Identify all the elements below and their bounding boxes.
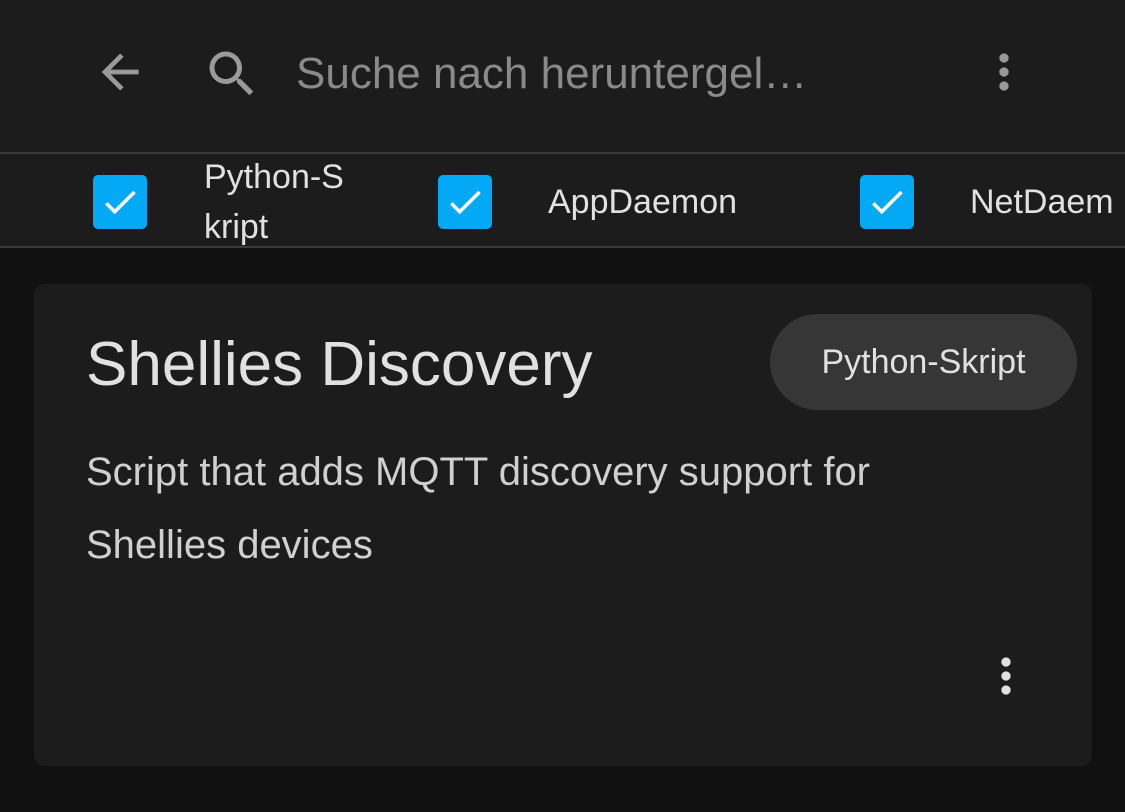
filter-checkbox[interactable]: [860, 175, 914, 229]
search-toolbar: [0, 0, 1125, 152]
back-button[interactable]: [88, 40, 152, 104]
filter-appdaemon[interactable]: AppDaemon: [438, 154, 738, 246]
category-chip: Python-Skript: [770, 314, 1077, 410]
filter-label: Python-Skript: [204, 158, 344, 246]
arrow-left-icon: [101, 53, 139, 91]
filter-checkbox[interactable]: [93, 175, 147, 229]
filter-python-script[interactable]: Python-Skript: [93, 154, 354, 246]
overflow-menu-button[interactable]: [976, 40, 1032, 104]
filter-checkbox[interactable]: [438, 175, 492, 229]
card-title: Shellies Discovery: [86, 330, 593, 399]
card-overflow-menu-button[interactable]: [978, 644, 1034, 708]
search-input[interactable]: [296, 44, 896, 104]
repository-card[interactable]: Shellies Discovery Python-Skript Script …: [34, 284, 1092, 766]
category-filter-bar: Python-Skript AppDaemon NetDaem: [0, 152, 1125, 248]
check-icon: [105, 190, 136, 215]
dots-vertical-icon: [1001, 657, 1011, 695]
filter-label: NetDaem: [970, 183, 1114, 221]
check-icon: [872, 190, 903, 215]
filter-label: AppDaemon: [548, 183, 738, 221]
filter-netdaemon[interactable]: NetDaem: [860, 154, 1114, 246]
search-icon: [200, 42, 264, 106]
check-icon: [450, 190, 481, 215]
dots-vertical-icon: [999, 53, 1009, 91]
card-description: Script that adds MQTT discovery support …: [86, 450, 871, 567]
